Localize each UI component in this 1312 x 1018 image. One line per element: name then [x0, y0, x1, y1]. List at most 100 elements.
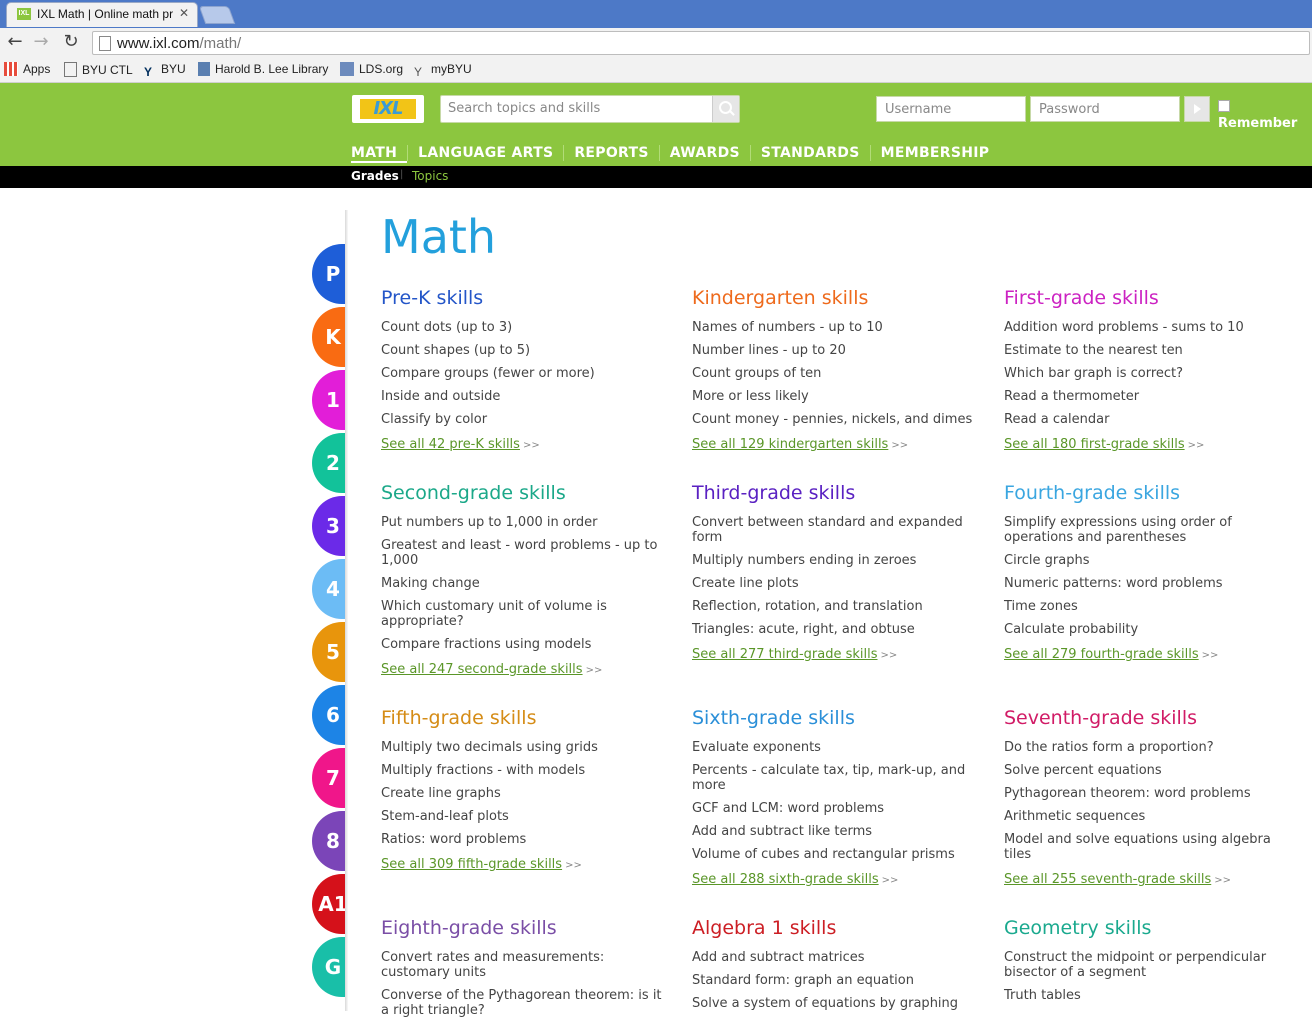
bookmark-mybyu[interactable]: YmyBYU	[414, 62, 472, 79]
close-icon[interactable]: ✕	[179, 6, 189, 20]
grade-heading[interactable]: Fourth-grade skills	[1004, 479, 1294, 507]
skill-link[interactable]: Multiply numbers ending in zeroes	[692, 545, 982, 568]
bookmark-library[interactable]: Harold B. Lee Library	[198, 62, 328, 76]
bookmark-apps[interactable]: Apps	[4, 62, 50, 76]
skill-link[interactable]: Making change	[381, 568, 671, 591]
see-all-link[interactable]: See all 279 fourth-grade skills >>	[1004, 647, 1294, 662]
search-box[interactable]: Search topics and skills	[440, 95, 740, 123]
address-bar[interactable]: www.ixl.com/math/	[92, 31, 1310, 55]
skill-link[interactable]: Time zones	[1004, 591, 1294, 614]
bookmark-lds[interactable]: LDS.org	[340, 62, 403, 76]
skill-link[interactable]: Reflection, rotation, and translation	[692, 591, 982, 614]
skill-link[interactable]: Standard form: graph an equation	[692, 965, 982, 988]
bookmark-byu-ctl[interactable]: BYU CTL	[64, 62, 133, 77]
checkbox-icon[interactable]	[1218, 100, 1230, 112]
see-all-link[interactable]: See all 288 sixth-grade skills >>	[692, 872, 982, 887]
ixl-logo[interactable]: IXL	[352, 95, 424, 123]
skill-link[interactable]: Ratios: word problems	[381, 824, 671, 847]
skill-link[interactable]: Add and subtract like terms	[692, 816, 982, 839]
see-all-link[interactable]: See all 129 kindergarten skills >>	[692, 437, 982, 452]
new-tab-button[interactable]	[198, 6, 236, 24]
grade-tab-1[interactable]: 1	[312, 370, 348, 430]
nav-awards[interactable]: AWARDS	[658, 145, 750, 161]
back-arrow-icon[interactable]: ←	[4, 31, 26, 53]
reload-icon[interactable]: ↻	[60, 31, 82, 53]
grade-tab-8[interactable]: 8	[312, 811, 348, 871]
grade-heading[interactable]: Algebra 1 skills	[692, 914, 982, 942]
grade-heading[interactable]: First-grade skills	[1004, 284, 1294, 312]
grade-tab-2[interactable]: 2	[312, 433, 348, 493]
grade-heading[interactable]: Third-grade skills	[692, 479, 982, 507]
skill-link[interactable]: Stem-and-leaf plots	[381, 801, 671, 824]
skill-link[interactable]: Read a thermometer	[1004, 381, 1294, 404]
see-all-link[interactable]: See all 180 first-grade skills >>	[1004, 437, 1294, 452]
skill-link[interactable]: Greatest and least - word problems - up …	[381, 530, 671, 568]
grade-heading[interactable]: Eighth-grade skills	[381, 914, 671, 942]
browser-tab[interactable]: IXL IXL Math | Online math pr ✕	[6, 2, 198, 27]
search-icon[interactable]	[712, 96, 739, 122]
nav-language-arts[interactable]: LANGUAGE ARTS	[407, 145, 563, 161]
skill-link[interactable]: Converse of the Pythagorean theorem: is …	[381, 980, 671, 1018]
grade-tab-6[interactable]: 6	[312, 685, 348, 745]
skill-link[interactable]: Percents - calculate tax, tip, mark-up, …	[692, 755, 982, 793]
skill-link[interactable]: Create line graphs	[381, 778, 671, 801]
grade-tab-p[interactable]: P	[312, 244, 348, 304]
skill-link[interactable]: GCF and LCM: word problems	[692, 793, 982, 816]
skill-link[interactable]: Count dots (up to 3)	[381, 312, 671, 335]
subnav-topics[interactable]: Topics	[412, 169, 448, 183]
skill-link[interactable]: Read a calendar	[1004, 404, 1294, 427]
grade-tab-g[interactable]: G	[312, 937, 348, 997]
grade-heading[interactable]: Sixth-grade skills	[692, 704, 982, 732]
skill-link[interactable]: Multiply fractions - with models	[381, 755, 671, 778]
skill-link[interactable]: Volume of cubes and rectangular prisms	[692, 839, 982, 862]
grade-heading[interactable]: Pre-K skills	[381, 284, 671, 312]
see-all-link[interactable]: See all 247 second-grade skills >>	[381, 662, 671, 677]
password-field[interactable]: Password	[1030, 96, 1180, 122]
skill-link[interactable]: Count money - pennies, nickels, and dime…	[692, 404, 982, 427]
skill-link[interactable]: Put numbers up to 1,000 in order	[381, 507, 671, 530]
skill-link[interactable]: Compare fractions using models	[381, 629, 671, 652]
skill-link[interactable]: Addition word problems - sums to 10	[1004, 312, 1294, 335]
skill-link[interactable]: Number lines - up to 20	[692, 335, 982, 358]
skill-link[interactable]: Convert between standard and expanded fo…	[692, 507, 982, 545]
sign-in-button[interactable]	[1184, 96, 1210, 122]
skill-link[interactable]: Compare groups (fewer or more)	[381, 358, 671, 381]
remember-checkbox[interactable]: Remember	[1218, 100, 1312, 131]
skill-link[interactable]: Classify by color	[381, 404, 671, 427]
skill-link[interactable]: Model and solve equations using algebra …	[1004, 824, 1294, 862]
grade-tab-a1[interactable]: A1	[312, 874, 348, 934]
skill-link[interactable]: Arithmetic sequences	[1004, 801, 1294, 824]
skill-link[interactable]: Solve a system of equations by graphing	[692, 988, 982, 1011]
skill-link[interactable]: Circle graphs	[1004, 545, 1294, 568]
skill-link[interactable]: Calculate probability	[1004, 614, 1294, 637]
skill-link[interactable]: Count groups of ten	[692, 358, 982, 381]
nav-reports[interactable]: REPORTS	[563, 145, 658, 161]
nav-membership[interactable]: MEMBERSHIP	[869, 145, 1000, 161]
skill-link[interactable]: Create line plots	[692, 568, 982, 591]
skill-link[interactable]: Inside and outside	[381, 381, 671, 404]
grade-tab-4[interactable]: 4	[312, 559, 348, 619]
see-all-link[interactable]: See all 42 pre-K skills >>	[381, 437, 671, 452]
skill-link[interactable]: More or less likely	[692, 381, 982, 404]
skill-link[interactable]: Pythagorean theorem: word problems	[1004, 778, 1294, 801]
skill-link[interactable]: Count shapes (up to 5)	[381, 335, 671, 358]
bookmark-byu[interactable]: Y BYU	[144, 62, 186, 79]
skill-link[interactable]: Solve percent equations	[1004, 755, 1294, 778]
grade-tab-3[interactable]: 3	[312, 496, 348, 556]
skill-link[interactable]: Which customary unit of volume is approp…	[381, 591, 671, 629]
nav-standards[interactable]: STANDARDS	[749, 145, 870, 161]
grade-heading[interactable]: Geometry skills	[1004, 914, 1294, 942]
skill-link[interactable]: Names of numbers - up to 10	[692, 312, 982, 335]
username-field[interactable]: Username	[876, 96, 1026, 122]
nav-math[interactable]: MATH	[351, 145, 408, 163]
subnav-grades[interactable]: Grades	[351, 169, 399, 183]
grade-heading[interactable]: Second-grade skills	[381, 479, 671, 507]
skill-link[interactable]: Truth tables	[1004, 980, 1294, 1003]
grade-heading[interactable]: Seventh-grade skills	[1004, 704, 1294, 732]
skill-link[interactable]: Simplify expressions using order of oper…	[1004, 507, 1294, 545]
grade-heading[interactable]: Fifth-grade skills	[381, 704, 671, 732]
skill-link[interactable]: Triangles: acute, right, and obtuse	[692, 614, 982, 637]
grade-heading[interactable]: Kindergarten skills	[692, 284, 982, 312]
skill-link[interactable]: Numeric patterns: word problems	[1004, 568, 1294, 591]
grade-tab-k[interactable]: K	[312, 307, 348, 367]
